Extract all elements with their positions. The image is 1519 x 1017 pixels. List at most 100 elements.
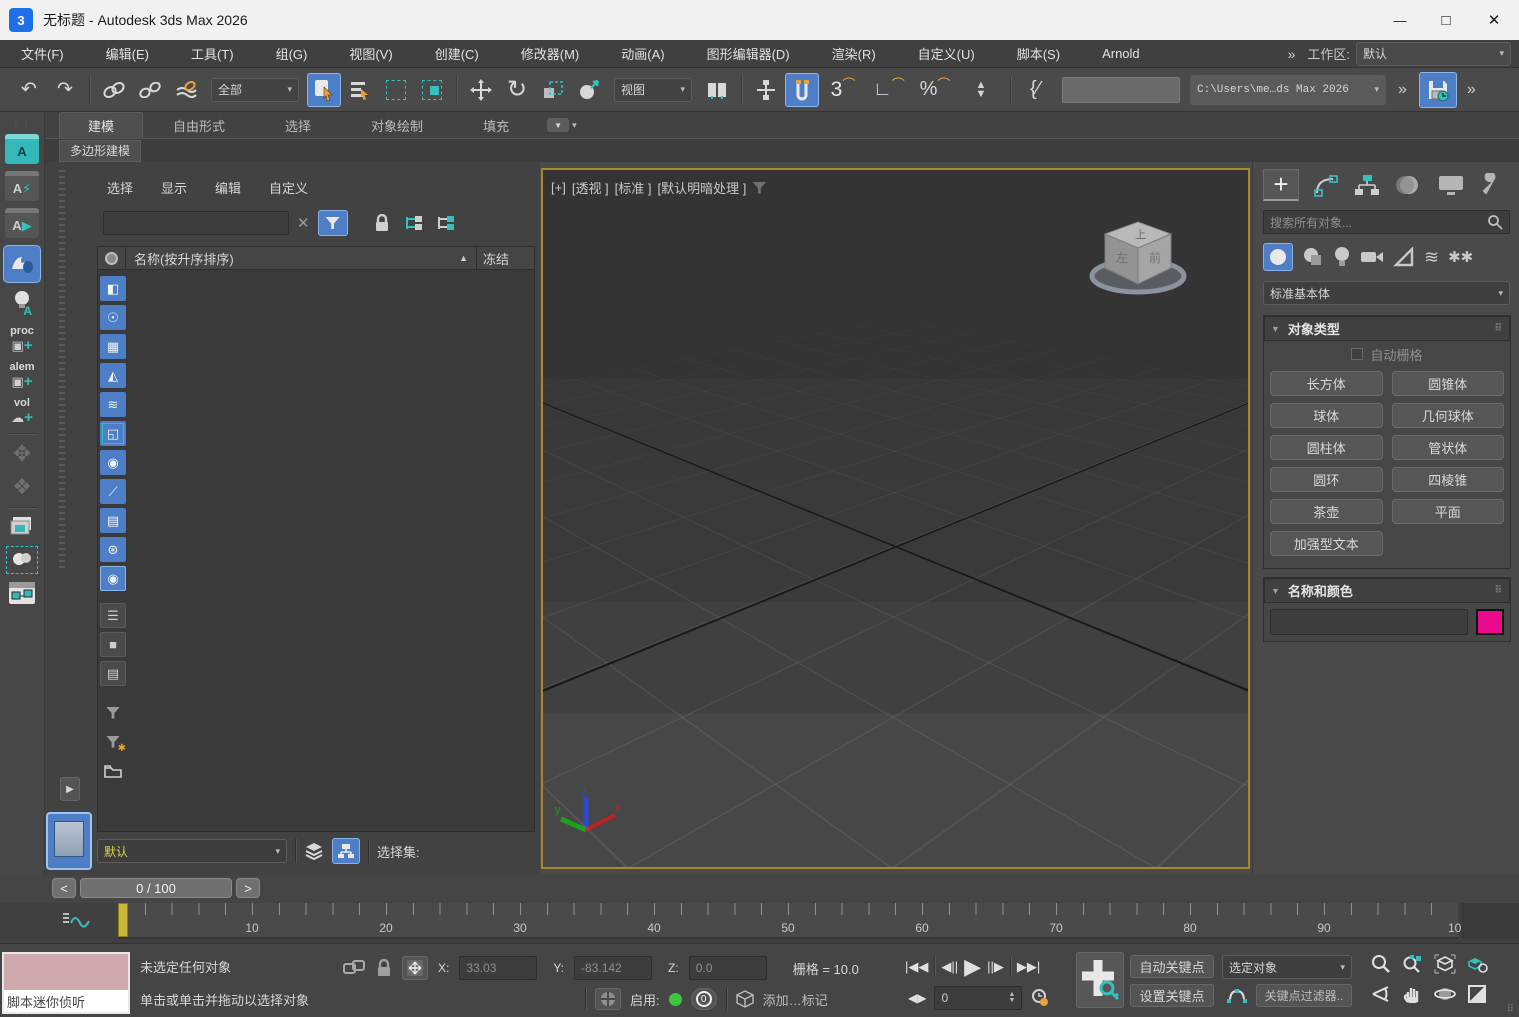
- display-helpers-toggle[interactable]: ◭: [100, 363, 126, 388]
- coord-z-field[interactable]: 0.0: [689, 956, 767, 980]
- category-spacewarps-button[interactable]: ≋: [1424, 247, 1439, 268]
- menu-file[interactable]: 文件(F): [0, 40, 85, 68]
- go-to-end-button[interactable]: ▶▶|: [1017, 959, 1040, 975]
- ribbon-panel-polymodeling[interactable]: 多边形建模: [59, 140, 141, 162]
- arnold-sequence-button[interactable]: A▶: [5, 208, 39, 238]
- menu-views[interactable]: 视图(V): [328, 40, 413, 68]
- filter-none-button[interactable]: [100, 700, 126, 725]
- redo-button[interactable]: ↷: [48, 73, 82, 107]
- explorer-menu-edit[interactable]: 编辑: [215, 178, 241, 197]
- display-biped-toggle[interactable]: ⊛: [100, 537, 126, 562]
- select-and-move-button[interactable]: [464, 73, 498, 107]
- maximize-viewport-toggle[interactable]: [1464, 982, 1490, 1006]
- filter-config-button[interactable]: ✱: [100, 729, 126, 754]
- current-frame-field[interactable]: 0 ▲▼: [934, 986, 1022, 1010]
- save-scene-button[interactable]: [1419, 72, 1457, 108]
- light-mixer-button[interactable]: [9, 515, 35, 539]
- zoom-button[interactable]: [1368, 952, 1394, 976]
- fur-tool-button[interactable]: [3, 245, 41, 283]
- viewport-shading-label[interactable]: [默认明暗处理 ]: [658, 178, 747, 197]
- cylinder-button[interactable]: 圆柱体: [1270, 435, 1383, 460]
- explorer-preset-dropdown[interactable]: 默认 ▾: [97, 839, 287, 863]
- select-and-manipulate-button[interactable]: [749, 73, 783, 107]
- sphere-button[interactable]: 球体: [1270, 403, 1383, 428]
- explorer-menu-display[interactable]: 显示: [161, 178, 187, 197]
- toolbar-overflow2-chevrons[interactable]: »: [1467, 81, 1476, 99]
- tab-utilities[interactable]: [1479, 173, 1505, 197]
- spinner-snap-button[interactable]: ▲▼: [959, 73, 1003, 107]
- display-groups-toggle[interactable]: ◱: [100, 421, 126, 446]
- spinner-down-icon[interactable]: ▼: [1009, 998, 1016, 1004]
- resize-grip[interactable]: ⠿: [1507, 1004, 1515, 1015]
- time-config-button[interactable]: [1030, 988, 1050, 1008]
- tab-hierarchy[interactable]: [1353, 173, 1381, 197]
- object-color-swatch[interactable]: [1476, 609, 1504, 635]
- primitive-category-dropdown[interactable]: 标准基本体 ▾: [1263, 281, 1510, 305]
- category-cameras-button[interactable]: [1360, 247, 1384, 267]
- object-type-rollout-header[interactable]: ▼ 对象类型 ⠿: [1264, 316, 1510, 341]
- explorer-menu-customize[interactable]: 自定义: [269, 178, 308, 197]
- menu-tools[interactable]: 工具(T): [170, 40, 255, 68]
- arnold-procedural-button[interactable]: proc▣+: [10, 325, 34, 354]
- zoom-all-button[interactable]: [1400, 952, 1426, 976]
- display-bones-toggle[interactable]: ⟋: [100, 479, 126, 504]
- collapse-hierarchy-button[interactable]: [436, 215, 456, 231]
- bind-to-space-warp-button[interactable]: [169, 73, 203, 107]
- arnold-light-button[interactable]: A: [12, 290, 32, 318]
- new-key-settings-button[interactable]: [1222, 984, 1252, 1007]
- toolbar-drag-handle[interactable]: ⋮⋮: [12, 118, 32, 127]
- tab-populate[interactable]: 填充: [453, 116, 539, 135]
- display-cameras-toggle[interactable]: ▦: [100, 334, 126, 359]
- tab-selection[interactable]: 选择: [255, 116, 341, 135]
- window-crossing-button[interactable]: [415, 73, 449, 107]
- explorer-search-input[interactable]: [103, 211, 289, 235]
- display-lights-toggle[interactable]: ☉: [100, 305, 126, 330]
- select-object-button[interactable]: [307, 73, 341, 107]
- curve-editor-mini-button[interactable]: [62, 909, 92, 931]
- menu-arnold[interactable]: Arnold: [1081, 40, 1161, 68]
- hierarchy-view-button[interactable]: [332, 838, 360, 864]
- arnold-alembic-button[interactable]: alem▣+: [9, 361, 34, 390]
- panel-drag-handle[interactable]: [59, 170, 65, 570]
- play-button[interactable]: ▶: [964, 954, 981, 980]
- explorer-lock-button[interactable]: [374, 214, 390, 232]
- arnold-imager-button[interactable]: ❖: [12, 474, 32, 500]
- menu-edit[interactable]: 编辑(E): [85, 40, 170, 68]
- arnold-operator-button[interactable]: ✥: [13, 441, 31, 467]
- menu-create[interactable]: 创建(C): [414, 40, 500, 68]
- viewport-filter-icon[interactable]: [752, 182, 766, 194]
- orbit-button[interactable]: [1432, 982, 1458, 1006]
- menu-group[interactable]: 组(G): [255, 40, 329, 68]
- transform-typein-button[interactable]: [402, 956, 428, 980]
- maximize-button[interactable]: □: [1423, 0, 1469, 40]
- auto-key-button[interactable]: 自动关键点: [1130, 955, 1214, 978]
- tab-motion[interactable]: [1395, 173, 1423, 197]
- selection-filter-dropdown[interactable]: 全部▾: [211, 78, 299, 102]
- name-color-rollout-header[interactable]: ▼ 名称和颜色 ⠿: [1264, 578, 1510, 603]
- key-mode-toggle[interactable]: ◀▶: [908, 991, 926, 1005]
- object-name-input[interactable]: [1270, 609, 1468, 635]
- select-by-name-button[interactable]: [343, 73, 377, 107]
- explorer-menu-select[interactable]: 选择: [107, 178, 133, 197]
- timeline-ruler[interactable]: 102030405060708090100: [118, 903, 1458, 939]
- zoom-extents-all-button[interactable]: [1464, 952, 1490, 976]
- menu-scripting[interactable]: 脚本(S): [996, 40, 1081, 68]
- undo-button[interactable]: ↶: [12, 73, 46, 107]
- display-hidden-toggle[interactable]: ◉: [100, 566, 126, 591]
- arnold-renderview-button[interactable]: A: [5, 134, 39, 164]
- display-column-header[interactable]: [98, 247, 126, 269]
- tube-button[interactable]: 管状体: [1392, 435, 1505, 460]
- viewport[interactable]: [+] [透视 ] [标准 ] [默认明暗处理 ] 上 左 前 z y x: [541, 168, 1250, 869]
- key-filters-button[interactable]: 关键点过滤器..: [1256, 984, 1352, 1007]
- torus-button[interactable]: 圆环: [1270, 467, 1383, 492]
- tab-freeform[interactable]: 自由形式: [143, 116, 255, 135]
- category-systems-button[interactable]: ✱✱: [1448, 248, 1473, 266]
- new-folder-button[interactable]: [100, 758, 126, 783]
- category-geometry-button[interactable]: [1263, 243, 1293, 271]
- object-search-input[interactable]: 搜索所有对象...: [1263, 210, 1510, 234]
- tab-object-paint[interactable]: 对象绘制: [341, 116, 453, 135]
- viewport-pov-label[interactable]: [透视 ]: [572, 178, 609, 197]
- menu-rendering[interactable]: 渲染(R): [811, 40, 897, 68]
- angle-snap-button[interactable]: ∟⌒: [867, 73, 911, 107]
- display-spacewarps-toggle[interactable]: ≋: [100, 392, 126, 417]
